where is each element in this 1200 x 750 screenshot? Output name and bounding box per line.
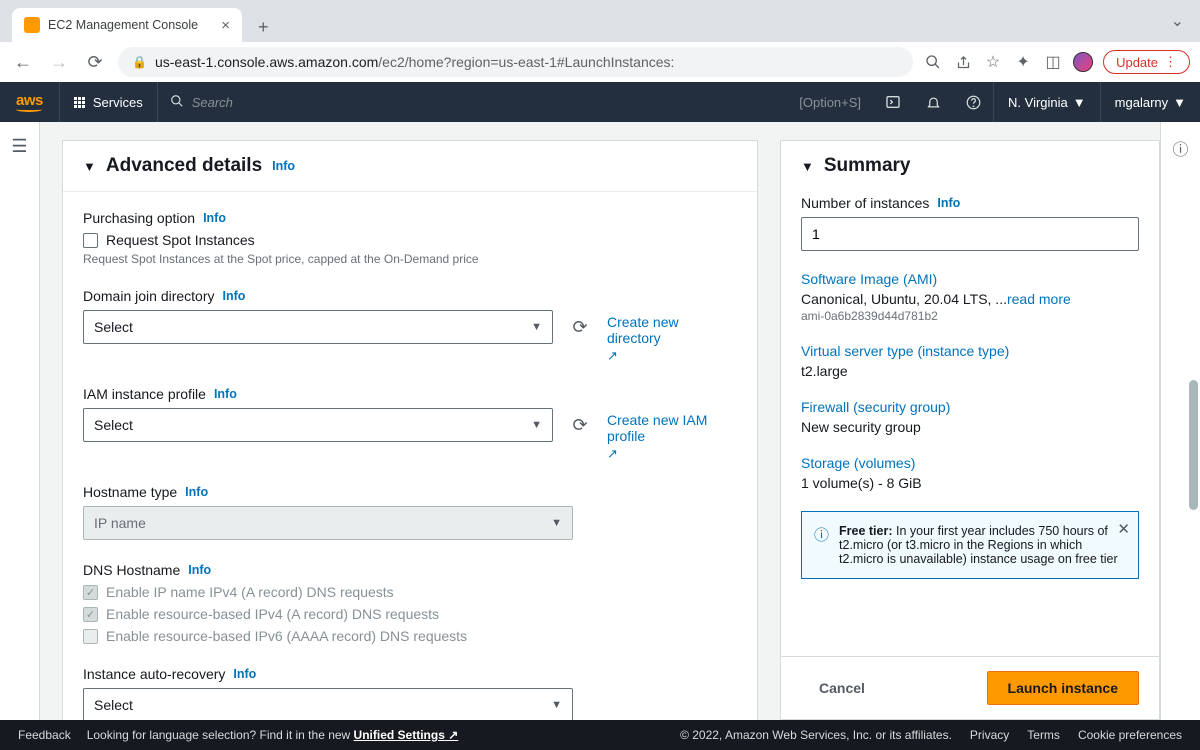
free-tier-info: ⓘ Free tier: In your first year includes…	[801, 511, 1139, 579]
lock-icon: 🔒	[132, 55, 147, 69]
info-link[interactable]: Info	[937, 196, 960, 210]
cloudshell-icon[interactable]	[873, 82, 913, 122]
nav-search-input[interactable]: Search	[158, 94, 800, 111]
field-hint: Request Spot Instances at the Spot price…	[83, 252, 737, 266]
chevron-down-icon[interactable]: ⌄	[1171, 11, 1192, 31]
external-link-icon: ↗	[607, 348, 727, 364]
page-scrollbar[interactable]	[1189, 380, 1198, 510]
account-menu[interactable]: mgalarny▼	[1100, 82, 1200, 122]
ami-value: Canonical, Ubuntu, 20.04 LTS, ...read mo…	[801, 291, 1139, 307]
firewall-link[interactable]: Firewall (security group)	[801, 399, 1139, 415]
browser-tab[interactable]: EC2 Management Console ×	[12, 8, 242, 42]
close-icon[interactable]: ✕	[1117, 520, 1130, 538]
info-link[interactable]: Info	[223, 289, 246, 303]
number-of-instances-input[interactable]	[801, 217, 1139, 251]
search-icon[interactable]	[923, 52, 943, 72]
create-iam-link[interactable]: Create new IAM profile ↗	[607, 412, 727, 462]
sidebar-toggle[interactable]: ☰	[0, 122, 40, 720]
privacy-link[interactable]: Privacy	[970, 728, 1009, 742]
back-button[interactable]: ←	[10, 49, 36, 75]
url-input[interactable]: 🔒 us-east-1.console.aws.amazon.com/ec2/h…	[118, 47, 913, 77]
close-tab-icon[interactable]: ×	[221, 17, 230, 34]
bell-icon[interactable]	[913, 82, 953, 122]
info-link[interactable]: Info	[214, 387, 237, 401]
dns-ipv4-a-checkbox: ✓ Enable IP name IPv4 (A record) DNS req…	[83, 584, 737, 600]
hostname-type-select: IP name▼	[83, 506, 573, 540]
main-content: ▼ Advanced details Info Purchasing optio…	[40, 122, 780, 720]
instance-type-link[interactable]: Virtual server type (instance type)	[801, 343, 1139, 359]
cancel-button[interactable]: Cancel	[801, 672, 883, 704]
terms-link[interactable]: Terms	[1027, 728, 1060, 742]
instance-type-value: t2.large	[801, 363, 1139, 379]
checkbox-checked-icon: ✓	[83, 607, 98, 622]
purchasing-option-field: Purchasing optionInfo Request Spot Insta…	[83, 210, 737, 266]
external-link-icon: ↗	[607, 446, 727, 462]
dns-hostname-field: DNS HostnameInfo ✓ Enable IP name IPv4 (…	[83, 562, 737, 644]
cookie-link[interactable]: Cookie preferences	[1078, 728, 1182, 742]
collapse-toggle[interactable]: ▼	[801, 159, 814, 174]
share-icon[interactable]	[953, 52, 973, 72]
summary-column: ▼ Summary Number of instancesInfo Softwa…	[780, 122, 1160, 720]
services-menu[interactable]: Services	[59, 82, 158, 122]
storage-link[interactable]: Storage (volumes)	[801, 455, 1139, 471]
extensions-icon[interactable]: ✦	[1013, 52, 1033, 72]
firewall-value: New security group	[801, 419, 1139, 435]
profile-avatar[interactable]	[1073, 52, 1093, 72]
info-link[interactable]: Info	[185, 485, 208, 499]
aws-top-nav: aws Services Search [Option+S] N. Virgin…	[0, 82, 1200, 122]
dns-resource-ipv4-checkbox: ✓ Enable resource-based IPv4 (A record) …	[83, 606, 737, 622]
checkbox-icon	[83, 629, 98, 644]
info-link[interactable]: Info	[233, 667, 256, 681]
info-link[interactable]: Info	[203, 211, 226, 225]
unified-settings-link[interactable]: Unified Settings ↗	[354, 728, 459, 742]
aws-favicon-icon	[24, 17, 40, 33]
spot-instances-checkbox[interactable]: Request Spot Instances	[83, 232, 737, 248]
checkbox-icon	[83, 233, 98, 248]
url-host: us-east-1.console.aws.amazon.com	[155, 54, 378, 70]
dns-resource-ipv6-checkbox: Enable resource-based IPv6 (AAAA record)…	[83, 628, 737, 644]
read-more-link[interactable]: read more	[1007, 291, 1071, 307]
help-icon[interactable]	[953, 82, 993, 122]
refresh-icon[interactable]: ⟳	[565, 312, 595, 342]
ami-link[interactable]: Software Image (AMI)	[801, 271, 1139, 287]
info-link[interactable]: Info	[272, 159, 295, 173]
page-footer: Feedback Looking for language selection?…	[0, 720, 1200, 750]
iam-profile-select[interactable]: Select▼	[83, 408, 553, 442]
auto-recovery-field: Instance auto-recoveryInfo Select▼	[83, 666, 737, 720]
refresh-icon[interactable]: ⟳	[565, 410, 595, 440]
checkbox-checked-icon: ✓	[83, 585, 98, 600]
reload-button[interactable]: ⟳	[82, 49, 108, 75]
browser-tab-strip: EC2 Management Console × + ⌄	[0, 0, 1200, 42]
sidepanel-icon[interactable]: ◫	[1043, 52, 1063, 72]
summary-title: Summary	[824, 155, 911, 177]
browser-address-bar: ← → ⟳ 🔒 us-east-1.console.aws.amazon.com…	[0, 42, 1200, 82]
tab-title: EC2 Management Console	[48, 18, 198, 32]
star-icon[interactable]: ☆	[983, 52, 1003, 72]
launch-instance-button[interactable]: Launch instance	[987, 671, 1139, 705]
storage-value: 1 volume(s) - 8 GiB	[801, 475, 1139, 491]
auto-recovery-select[interactable]: Select▼	[83, 688, 573, 720]
create-directory-link[interactable]: Create new directory ↗	[607, 314, 727, 364]
search-icon	[170, 94, 184, 111]
info-icon: ⓘ	[814, 524, 829, 566]
grid-icon	[74, 97, 85, 108]
url-path: /ec2/home?region=us-east-1#LaunchInstanc…	[378, 54, 674, 70]
new-tab-button[interactable]: +	[250, 13, 277, 42]
panel-title: Advanced details	[106, 155, 262, 177]
advanced-details-panel: ▼ Advanced details Info Purchasing optio…	[62, 140, 758, 720]
hostname-type-field: Hostname typeInfo IP name▼	[83, 484, 737, 540]
region-selector[interactable]: N. Virginia▼	[993, 82, 1100, 122]
copyright: © 2022, Amazon Web Services, Inc. or its…	[680, 728, 952, 742]
ami-id: ami-0a6b2839d44d781b2	[801, 309, 1139, 323]
domain-join-select[interactable]: Select▼	[83, 310, 553, 344]
info-link[interactable]: Info	[188, 563, 211, 577]
collapse-toggle[interactable]: ▼	[83, 159, 96, 174]
feedback-link[interactable]: Feedback	[18, 728, 71, 742]
iam-profile-field: IAM instance profileInfo Select▼ ⟳ Creat…	[83, 386, 737, 462]
search-shortcut: [Option+S]	[799, 95, 861, 110]
update-button[interactable]: Update⋮	[1103, 50, 1190, 74]
aws-logo[interactable]: aws	[0, 92, 59, 112]
forward-button[interactable]: →	[46, 49, 72, 75]
domain-join-field: Domain join directoryInfo Select▼ ⟳ Crea…	[83, 288, 737, 364]
